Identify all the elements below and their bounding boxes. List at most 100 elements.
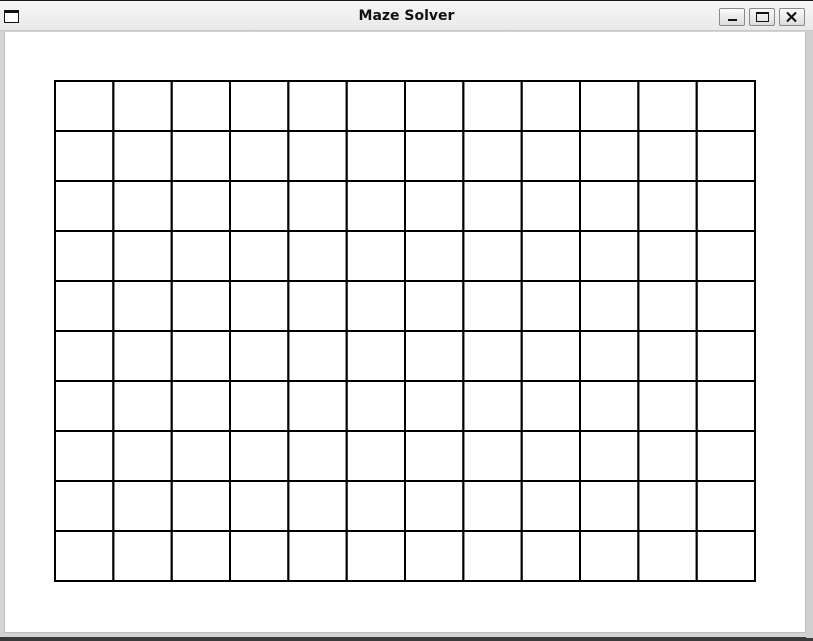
maze-cell [637, 330, 698, 382]
maze-cell [520, 230, 582, 282]
window-title: Maze Solver [358, 8, 455, 24]
maze-cell [462, 380, 523, 432]
maze-cell [345, 80, 406, 132]
maze-cell [637, 130, 698, 182]
maze-cell [520, 480, 582, 532]
maze-cell [520, 330, 582, 382]
maze-cell [695, 530, 757, 582]
maze-cell [345, 230, 406, 282]
maze-cell [54, 480, 115, 532]
maximize-icon [756, 12, 769, 22]
maze-cell [637, 480, 698, 532]
maze-cell [345, 280, 406, 332]
maze-cell [287, 430, 348, 482]
maze-cell [229, 280, 290, 332]
maze-cell [462, 130, 523, 182]
maze-cell [520, 430, 582, 482]
maze-cell [462, 330, 523, 382]
maze-cell [229, 330, 290, 382]
maze-cell [579, 380, 640, 432]
maze-cell [287, 480, 348, 532]
maze-cell [54, 130, 115, 182]
maze-cell [112, 430, 173, 482]
maze-cell [112, 80, 173, 132]
maze-cell [229, 480, 290, 532]
title-bar[interactable]: Maze Solver [0, 1, 813, 31]
maze-canvas-area[interactable] [4, 32, 806, 633]
maze-cell [287, 80, 348, 132]
maze-cell [54, 530, 115, 582]
maze-cell [520, 180, 582, 232]
maze-cell [287, 280, 348, 332]
maze-cell [520, 80, 582, 132]
close-icon [786, 11, 797, 23]
maze-cell [112, 280, 173, 332]
window-edge [806, 32, 813, 638]
maze-cell [170, 180, 232, 232]
maze-cell [112, 380, 173, 432]
maze-cell [54, 430, 115, 482]
maze-cell [695, 280, 757, 332]
maze-cell [462, 430, 523, 482]
maze-cell [637, 280, 698, 332]
maze-cell [345, 480, 406, 532]
maze-cell [695, 430, 757, 482]
maze-cell [520, 280, 582, 332]
maze-cell [637, 430, 698, 482]
maze-grid [54, 80, 757, 582]
maze-cell [170, 130, 232, 182]
maze-cell [462, 280, 523, 332]
maze-cell [579, 530, 640, 582]
maze-cell [579, 130, 640, 182]
maze-cell [637, 180, 698, 232]
maze-cell [287, 180, 348, 232]
maze-cell [520, 130, 582, 182]
maze-cell [579, 330, 640, 382]
maze-cell [404, 530, 465, 582]
maze-cell [112, 130, 173, 182]
maze-cell [695, 230, 757, 282]
maze-cell [462, 180, 523, 232]
maze-cell [579, 280, 640, 332]
maze-cell [54, 380, 115, 432]
maximize-button[interactable] [749, 8, 775, 26]
maze-cell [404, 430, 465, 482]
maze-cell [345, 380, 406, 432]
window-icon[interactable] [4, 10, 19, 23]
maze-cell [404, 330, 465, 382]
minimize-button[interactable] [719, 8, 745, 26]
maze-cell [112, 180, 173, 232]
maze-cell [579, 80, 640, 132]
maze-cell [170, 480, 232, 532]
maze-cell [54, 280, 115, 332]
maze-cell [345, 180, 406, 232]
maze-cell [170, 380, 232, 432]
maze-cell [404, 130, 465, 182]
maze-cell [54, 80, 115, 132]
maze-cell [462, 80, 523, 132]
maze-cell [287, 380, 348, 432]
maze-cell [345, 130, 406, 182]
maze-cell [404, 180, 465, 232]
app-window: Maze Solver [0, 0, 813, 638]
maze-cell [170, 430, 232, 482]
maze-cell [287, 230, 348, 282]
close-button[interactable] [779, 8, 805, 26]
maze-cell [112, 530, 173, 582]
maze-cell [462, 530, 523, 582]
minimize-icon [728, 19, 737, 21]
maze-cell [170, 80, 232, 132]
maze-cell [637, 230, 698, 282]
maze-cell [404, 480, 465, 532]
maze-cell [579, 430, 640, 482]
maze-cell [404, 280, 465, 332]
maze-cell [579, 480, 640, 532]
maze-cell [112, 480, 173, 532]
maze-cell [229, 80, 290, 132]
maze-cell [170, 280, 232, 332]
maze-cell [579, 180, 640, 232]
maze-cell [345, 330, 406, 382]
maze-cell [637, 530, 698, 582]
maze-cell [695, 130, 757, 182]
maze-cell [229, 430, 290, 482]
